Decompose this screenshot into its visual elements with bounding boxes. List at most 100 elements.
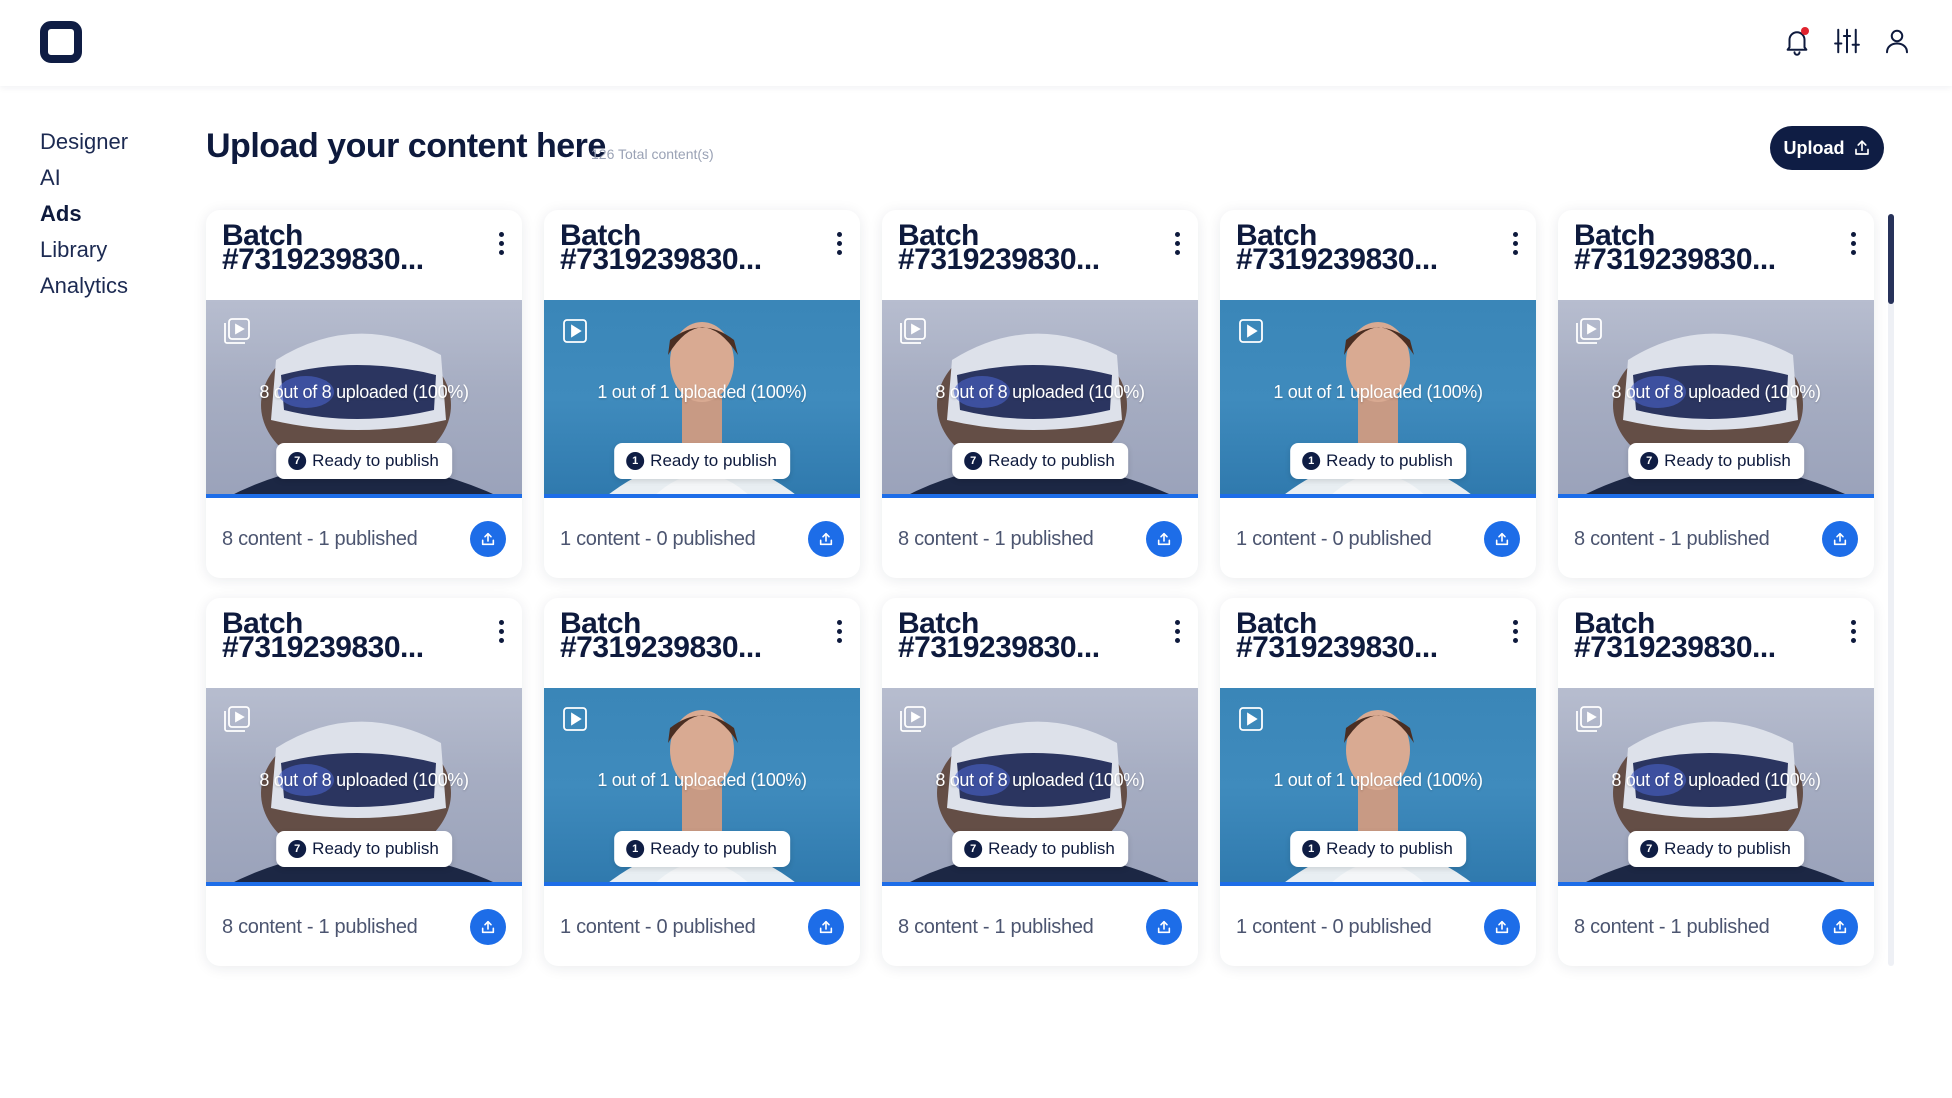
status-badge: 1 Ready to publish: [614, 443, 790, 479]
publish-button[interactable]: [470, 521, 506, 557]
batch-card[interactable]: Batch #7319239830... 8 out of 8 uploaded…: [1558, 210, 1874, 578]
upload-progress-text: 1 out of 1 uploaded (100%): [1273, 770, 1483, 790]
upload-progress-text: 8 out of 8 uploaded (100%): [259, 770, 469, 790]
sidebar-item-designer[interactable]: Designer: [40, 124, 128, 160]
upload-progress-bar: [1220, 882, 1536, 886]
publish-button[interactable]: [470, 909, 506, 945]
upload-icon: [1157, 920, 1171, 934]
sliders-icon[interactable]: [1830, 24, 1864, 58]
more-options-icon[interactable]: [1172, 618, 1182, 644]
more-options-icon[interactable]: [1848, 618, 1858, 644]
batch-thumbnail[interactable]: 8 out of 8 uploaded (100%) 7 Ready to pu…: [882, 300, 1198, 498]
upload-progress-bar: [206, 882, 522, 886]
top-bar: [0, 0, 1952, 86]
batch-card[interactable]: Batch #7319239830... 1 out of 1 uploaded…: [1220, 210, 1536, 578]
upload-progress-bar: [882, 882, 1198, 886]
status-count: 7: [964, 452, 983, 470]
publish-button[interactable]: [808, 909, 844, 945]
publish-button[interactable]: [1484, 909, 1520, 945]
batch-card[interactable]: Batch #7319239830... 1 out of 1 uploaded…: [544, 210, 860, 578]
batch-thumbnail[interactable]: 8 out of 8 uploaded (100%) 7 Ready to pu…: [1558, 300, 1874, 498]
more-options-icon[interactable]: [834, 618, 844, 644]
publish-button[interactable]: [1822, 909, 1858, 945]
batch-title-label: Batch: [1574, 224, 1655, 248]
gallery-icon: [1574, 704, 1604, 734]
status-count: 7: [288, 840, 307, 858]
batch-thumbnail[interactable]: 8 out of 8 uploaded (100%) 7 Ready to pu…: [206, 300, 522, 498]
card-footer: 1 content - 0 published: [1236, 888, 1520, 966]
batch-thumbnail[interactable]: 8 out of 8 uploaded (100%) 7 Ready to pu…: [1558, 688, 1874, 886]
batch-card[interactable]: Batch #7319239830... 8 out of 8 uploaded…: [206, 598, 522, 966]
status-badge: 7 Ready to publish: [276, 443, 452, 479]
batch-thumbnail[interactable]: 1 out of 1 uploaded (100%) 1 Ready to pu…: [544, 300, 860, 498]
batch-title: Batch #7319239830...: [222, 612, 462, 660]
status-badge: 7 Ready to publish: [1628, 443, 1804, 479]
batch-title: Batch #7319239830...: [560, 224, 800, 272]
batch-card[interactable]: Batch #7319239830... 8 out of 8 uploaded…: [882, 598, 1198, 966]
content-published-count: 8 content - 1 published: [1574, 915, 1770, 938]
batch-thumbnail[interactable]: 8 out of 8 uploaded (100%) 7 Ready to pu…: [206, 688, 522, 886]
scrollbar-thumb[interactable]: [1888, 214, 1894, 304]
card-footer: 1 content - 0 published: [1236, 500, 1520, 578]
sidebar-item-analytics[interactable]: Analytics: [40, 268, 128, 304]
upload-progress-text: 8 out of 8 uploaded (100%): [1611, 382, 1821, 402]
upload-icon: [1854, 140, 1869, 155]
batch-card[interactable]: Batch #7319239830... 1 out of 1 uploaded…: [1220, 598, 1536, 966]
batch-id: #7319239830...: [1236, 248, 1438, 272]
sidebar-item-ads[interactable]: Ads: [40, 196, 128, 232]
more-options-icon[interactable]: [834, 230, 844, 256]
status-badge: 1 Ready to publish: [1290, 831, 1466, 867]
status-label: Ready to publish: [988, 451, 1115, 470]
upload-progress-bar: [882, 494, 1198, 498]
batch-title: Batch #7319239830...: [222, 224, 462, 272]
more-options-icon[interactable]: [1510, 230, 1520, 256]
upload-icon: [819, 920, 833, 934]
publish-button[interactable]: [1146, 909, 1182, 945]
user-icon[interactable]: [1880, 24, 1914, 58]
publish-button[interactable]: [1484, 521, 1520, 557]
batch-thumbnail[interactable]: 8 out of 8 uploaded (100%) 7 Ready to pu…: [882, 688, 1198, 886]
batch-grid: Batch #7319239830... 8 out of 8 uploaded…: [206, 210, 1874, 966]
app-logo[interactable]: [40, 21, 82, 63]
sidebar-item-library[interactable]: Library: [40, 232, 128, 268]
upload-progress-text: 1 out of 1 uploaded (100%): [597, 770, 807, 790]
card-footer: 8 content - 1 published: [898, 888, 1182, 966]
batch-card[interactable]: Batch #7319239830... 8 out of 8 uploaded…: [882, 210, 1198, 578]
batch-card[interactable]: Batch #7319239830... 8 out of 8 uploaded…: [206, 210, 522, 578]
batch-card[interactable]: Batch #7319239830... 1 out of 1 uploaded…: [544, 598, 860, 966]
batch-id: #7319239830...: [560, 636, 762, 660]
page-title: Upload your content here: [206, 127, 606, 165]
bell-icon[interactable]: [1780, 24, 1814, 58]
upload-button-label: Upload: [1783, 137, 1845, 158]
batch-thumbnail[interactable]: 1 out of 1 uploaded (100%) 1 Ready to pu…: [1220, 688, 1536, 886]
batch-title: Batch #7319239830...: [1236, 224, 1476, 272]
batch-thumbnail[interactable]: 1 out of 1 uploaded (100%) 1 Ready to pu…: [544, 688, 860, 886]
batch-title-label: Batch: [222, 612, 303, 636]
publish-button[interactable]: [1146, 521, 1182, 557]
status-count: 7: [964, 840, 983, 858]
upload-icon: [1495, 532, 1509, 546]
scrollbar-track[interactable]: [1888, 214, 1894, 966]
batch-title-label: Batch: [222, 224, 303, 248]
upload-icon: [819, 532, 833, 546]
gallery-icon: [1574, 316, 1604, 346]
more-options-icon[interactable]: [496, 618, 506, 644]
publish-button[interactable]: [808, 521, 844, 557]
upload-icon: [1833, 920, 1847, 934]
status-count: 7: [1640, 840, 1659, 858]
more-options-icon[interactable]: [1172, 230, 1182, 256]
status-count: 1: [626, 840, 645, 858]
status-label: Ready to publish: [1664, 451, 1791, 470]
more-options-icon[interactable]: [496, 230, 506, 256]
content-published-count: 8 content - 1 published: [898, 915, 1094, 938]
batch-card[interactable]: Batch #7319239830... 8 out of 8 uploaded…: [1558, 598, 1874, 966]
publish-button[interactable]: [1822, 521, 1858, 557]
gallery-icon: [898, 704, 928, 734]
upload-button[interactable]: Upload: [1770, 126, 1884, 170]
more-options-icon[interactable]: [1510, 618, 1520, 644]
batch-thumbnail[interactable]: 1 out of 1 uploaded (100%) 1 Ready to pu…: [1220, 300, 1536, 498]
more-options-icon[interactable]: [1848, 230, 1858, 256]
upload-progress-bar: [544, 882, 860, 886]
batch-title-label: Batch: [560, 224, 641, 248]
sidebar-item-ai[interactable]: AI: [40, 160, 128, 196]
